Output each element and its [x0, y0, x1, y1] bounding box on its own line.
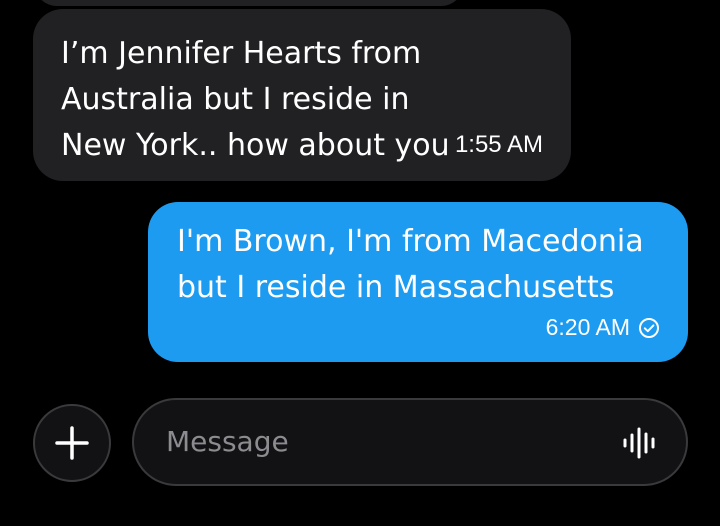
previous-message-bubble[interactable]	[34, 0, 464, 6]
outgoing-message-bubble[interactable]: I'm Brown, I'm from Macedonia but I resi…	[148, 202, 688, 362]
sent-check-icon	[638, 317, 660, 339]
incoming-message-time: 1:55 AM	[454, 131, 543, 158]
incoming-message-text: I’m Jennifer Hearts from Australia but I…	[61, 36, 450, 163]
plus-icon	[55, 426, 89, 460]
add-attachment-button[interactable]	[33, 404, 111, 482]
incoming-message-bubble[interactable]: I’m Jennifer Hearts from Australia but I…	[33, 9, 571, 181]
message-input[interactable]: Message	[132, 398, 688, 486]
outgoing-message-meta: 6:20 AM	[546, 314, 660, 341]
outgoing-message-text: I'm Brown, I'm from Macedonia but I resi…	[177, 224, 644, 305]
chat-screen: I’m Jennifer Hearts from Australia but I…	[0, 0, 720, 526]
outgoing-message-time: 6:20 AM	[545, 314, 630, 340]
voice-waveform-icon[interactable]	[622, 426, 658, 460]
message-input-placeholder: Message	[166, 425, 289, 458]
